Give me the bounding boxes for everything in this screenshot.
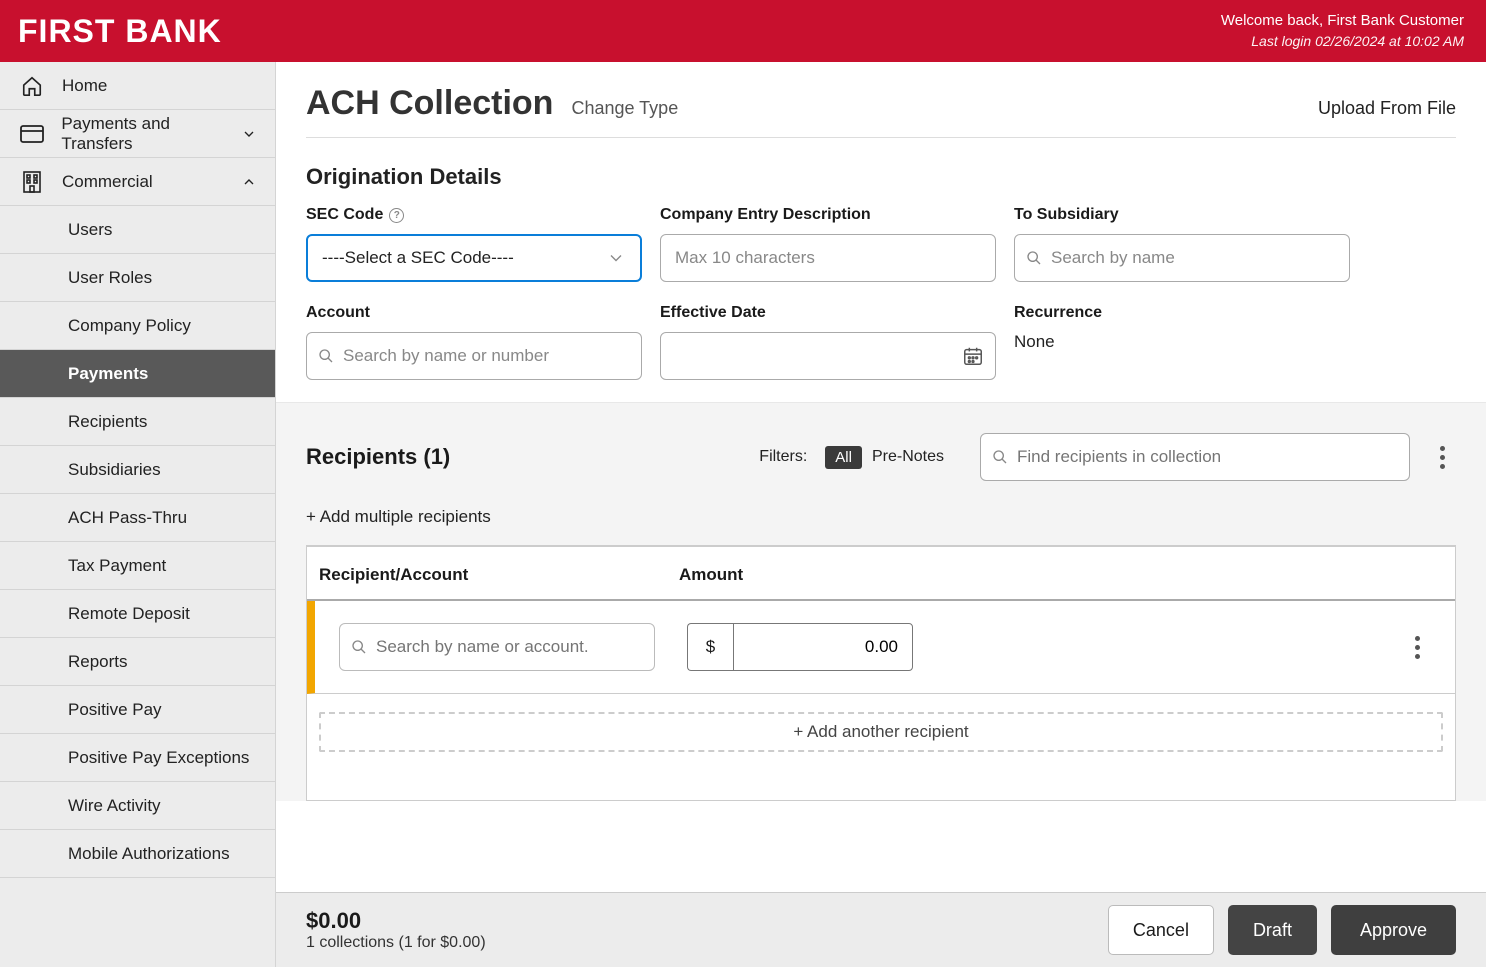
recipients-heading: Recipients (1) xyxy=(306,444,450,470)
sidebar-item-remote-deposit[interactable]: Remote Deposit xyxy=(0,590,275,638)
add-another-recipient-button[interactable]: + Add another recipient xyxy=(319,712,1443,752)
company-entry-input[interactable] xyxy=(660,234,996,282)
recipients-search-input[interactable] xyxy=(980,433,1410,481)
filters-label: Filters: xyxy=(759,448,807,466)
total-summary: 1 collections (1 for $0.00) xyxy=(306,934,486,952)
search-icon xyxy=(351,639,367,655)
welcome-box: Welcome back, First Bank Customer Last l… xyxy=(1221,11,1464,50)
sidebar-item-subsidiaries[interactable]: Subsidiaries xyxy=(0,446,275,494)
sidebar-item-payments[interactable]: Payments xyxy=(0,350,275,398)
effective-date-input[interactable] xyxy=(660,332,996,380)
amount-input[interactable] xyxy=(733,623,913,671)
sidebar-item-label: Payments and Transfers xyxy=(61,114,241,154)
sec-code-label: SEC Code ? xyxy=(306,206,642,224)
change-type-link[interactable]: Change Type xyxy=(571,98,678,119)
help-icon[interactable]: ? xyxy=(389,208,404,223)
sidebar-item-users[interactable]: Users xyxy=(0,206,275,254)
home-icon xyxy=(18,75,46,97)
recipients-table: Recipient/Account Amount $ xyxy=(306,545,1456,801)
sidebar-item-company-policy[interactable]: Company Policy xyxy=(0,302,275,350)
recipient-search-input[interactable] xyxy=(339,623,655,671)
last-login-text: Last login 02/26/2024 at 10:02 AM xyxy=(1221,32,1464,51)
table-header: Recipient/Account Amount xyxy=(307,547,1455,601)
approve-button[interactable]: Approve xyxy=(1331,905,1456,955)
origination-details-heading: Origination Details xyxy=(306,164,1456,190)
sidebar-item-label: Company Policy xyxy=(68,316,191,336)
col-recipient-label: Recipient/Account xyxy=(319,565,679,585)
sidebar-item-label: User Roles xyxy=(68,268,152,288)
recurrence-label: Recurrence xyxy=(1014,304,1350,322)
calendar-icon[interactable] xyxy=(962,345,984,367)
recipients-more-menu[interactable] xyxy=(1428,446,1456,469)
sidebar-item-positive-pay-exceptions[interactable]: Positive Pay Exceptions xyxy=(0,734,275,782)
sidebar-item-label: Mobile Authorizations xyxy=(68,844,230,864)
add-multiple-recipients-link[interactable]: + Add multiple recipients xyxy=(306,507,491,527)
sidebar-item-ach-pass-thru[interactable]: ACH Pass-Thru xyxy=(0,494,275,542)
effective-date-label: Effective Date xyxy=(660,304,996,322)
upload-from-file-link[interactable]: Upload From File xyxy=(1318,98,1456,119)
sidebar-item-label: Positive Pay Exceptions xyxy=(68,748,249,768)
sidebar-item-label: Tax Payment xyxy=(68,556,166,576)
sidebar-item-label: Users xyxy=(68,220,112,240)
welcome-text: Welcome back, First Bank Customer xyxy=(1221,11,1464,31)
chevron-down-icon xyxy=(606,248,626,268)
page-title: ACH Collection xyxy=(306,84,553,123)
recurrence-value: None xyxy=(1014,332,1350,352)
sidebar-item-home[interactable]: Home xyxy=(0,62,275,110)
search-icon xyxy=(318,348,334,364)
currency-symbol: $ xyxy=(687,623,733,671)
account-label: Account xyxy=(306,304,642,322)
sidebar-item-wire-activity[interactable]: Wire Activity xyxy=(0,782,275,830)
search-icon xyxy=(992,449,1008,465)
sidebar-item-label: Positive Pay xyxy=(68,700,162,720)
sidebar-item-payments-transfers[interactable]: Payments and Transfers xyxy=(0,110,275,158)
sidebar-item-mobile-authorizations[interactable]: Mobile Authorizations xyxy=(0,830,275,878)
row-more-menu[interactable] xyxy=(1403,636,1431,659)
building-icon xyxy=(18,171,46,193)
total-amount: $0.00 xyxy=(306,908,486,934)
sidebar-item-label: Remote Deposit xyxy=(68,604,190,624)
filter-prenotes[interactable]: Pre-Notes xyxy=(872,448,944,466)
sidebar-item-tax-payment[interactable]: Tax Payment xyxy=(0,542,275,590)
sidebar-item-label: Payments xyxy=(68,364,148,384)
search-icon xyxy=(1026,250,1042,266)
sidebar-item-label: Wire Activity xyxy=(68,796,161,816)
sidebar-item-label: Subsidiaries xyxy=(68,460,161,480)
sec-code-value: ----Select a SEC Code---- xyxy=(322,248,514,268)
divider xyxy=(306,137,1456,138)
company-entry-label: Company Entry Description xyxy=(660,206,996,224)
page-footer: $0.00 1 collections (1 for $0.00) Cancel… xyxy=(276,892,1486,967)
sidebar-item-user-roles[interactable]: User Roles xyxy=(0,254,275,302)
main-content: ACH Collection Change Type Upload From F… xyxy=(276,62,1486,967)
col-amount-label: Amount xyxy=(679,565,939,585)
sidebar-item-label: Reports xyxy=(68,652,128,672)
card-icon xyxy=(18,125,45,143)
chevron-down-icon xyxy=(241,126,257,142)
account-input[interactable] xyxy=(306,332,642,380)
table-row: $ xyxy=(307,601,1455,694)
brand-logo: FIRST BANK xyxy=(18,13,222,50)
sidebar-item-reports[interactable]: Reports xyxy=(0,638,275,686)
sidebar-item-label: Home xyxy=(62,76,107,96)
draft-button[interactable]: Draft xyxy=(1228,905,1317,955)
to-subsidiary-input[interactable] xyxy=(1014,234,1350,282)
filter-all-pill[interactable]: All xyxy=(825,446,862,469)
sidebar-item-label: Recipients xyxy=(68,412,147,432)
sidebar-item-label: Commercial xyxy=(62,172,153,192)
sec-code-select[interactable]: ----Select a SEC Code---- xyxy=(306,234,642,282)
to-subsidiary-label: To Subsidiary xyxy=(1014,206,1350,224)
chevron-up-icon xyxy=(241,174,257,190)
sidebar-item-recipients[interactable]: Recipients xyxy=(0,398,275,446)
cancel-button[interactable]: Cancel xyxy=(1108,905,1214,955)
sidebar-item-label: ACH Pass-Thru xyxy=(68,508,187,528)
sidebar: Home Payments and Transfers Commercial U… xyxy=(0,62,276,967)
sidebar-item-commercial[interactable]: Commercial xyxy=(0,158,275,206)
sidebar-item-positive-pay[interactable]: Positive Pay xyxy=(0,686,275,734)
app-header: FIRST BANK Welcome back, First Bank Cust… xyxy=(0,0,1486,62)
